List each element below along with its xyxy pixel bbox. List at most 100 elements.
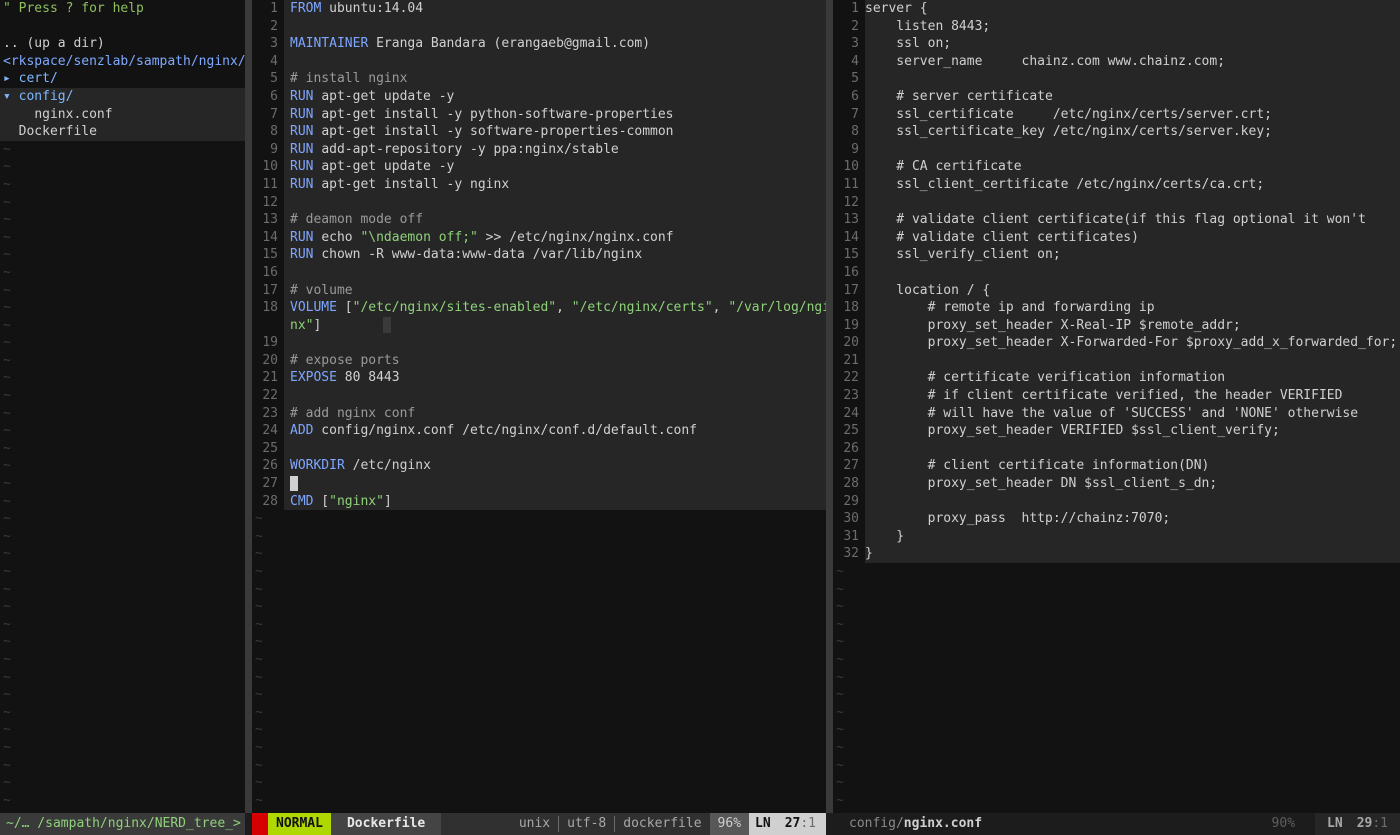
code-line[interactable]: 2 bbox=[252, 17, 826, 36]
code-line[interactable]: 24 # will have the value of 'SUCCESS' an… bbox=[833, 404, 1400, 423]
code-text[interactable]: VOLUME ["/etc/nginx/sites-enabled", "/et… bbox=[284, 299, 826, 317]
code-line[interactable]: 29 bbox=[833, 492, 1400, 511]
code-line[interactable]: 32} bbox=[833, 545, 1400, 563]
code-text[interactable]: RUN add-apt-repository -y ppa:nginx/stab… bbox=[284, 141, 826, 159]
code-text[interactable]: } bbox=[865, 545, 1400, 563]
code-line[interactable]: 5 # install nginx bbox=[252, 70, 826, 88]
code-line[interactable]: 30 proxy_pass http://chainz:7070; bbox=[833, 510, 1400, 528]
code-text[interactable]: # will have the value of 'SUCCESS' and '… bbox=[865, 405, 1400, 423]
code-line[interactable]: 25 bbox=[252, 439, 826, 458]
code-line[interactable]: 19 bbox=[252, 334, 826, 352]
code-text[interactable] bbox=[865, 264, 1400, 282]
code-text[interactable]: proxy_set_header X-Real-IP $remote_addr; bbox=[865, 317, 1400, 335]
code-text[interactable] bbox=[284, 194, 826, 212]
code-line[interactable]: 13 # deamon mode off bbox=[252, 211, 826, 229]
code-text[interactable] bbox=[284, 334, 826, 352]
code-line[interactable]: nx"] bbox=[252, 316, 826, 335]
editor-dockerfile[interactable]: 1 FROM ubuntu:14.04 2 3 MAINTAINER Eranga Ba… bbox=[252, 0, 826, 813]
code-text[interactable] bbox=[865, 194, 1400, 212]
code-text[interactable] bbox=[284, 264, 826, 282]
code-line[interactable]: 16 bbox=[252, 263, 826, 282]
code-line[interactable]: 19 proxy_set_header X-Real-IP $remote_ad… bbox=[833, 316, 1400, 335]
code-line[interactable]: 17 # volume bbox=[252, 281, 826, 300]
code-line[interactable]: 23 # if client certificate verified, the… bbox=[833, 387, 1400, 405]
tree-item-nginx-conf[interactable]: nginx.conf bbox=[0, 105, 245, 124]
code-text[interactable]: MAINTAINER Eranga Bandara (erangaeb@gmai… bbox=[284, 35, 826, 53]
code-line[interactable]: 23 # add nginx conf bbox=[252, 404, 826, 423]
code-text[interactable]: EXPOSE 80 8443 bbox=[284, 369, 826, 387]
code-text[interactable]: RUN chown -R www-data:www-data /var/lib/… bbox=[284, 246, 826, 264]
code-text[interactable]: # expose ports bbox=[284, 352, 826, 370]
vertical-split-separator[interactable] bbox=[245, 0, 252, 813]
code-line[interactable]: 28 proxy_set_header DN $ssl_client_s_dn; bbox=[833, 475, 1400, 493]
code-text[interactable]: ssl_client_certificate /etc/nginx/certs/… bbox=[865, 176, 1400, 194]
code-line[interactable]: 22 # certificate verification informatio… bbox=[833, 369, 1400, 388]
vertical-split-separator-2[interactable] bbox=[826, 0, 833, 813]
code-line[interactable]: 3 ssl on; bbox=[833, 35, 1400, 53]
code-text[interactable]: # deamon mode off bbox=[284, 211, 826, 229]
code-line[interactable]: 18 VOLUME ["/etc/nginx/sites-enabled", "/… bbox=[252, 299, 826, 317]
code-line[interactable]: 20 proxy_set_header X-Forwarded-For $pro… bbox=[833, 334, 1400, 352]
code-line[interactable]: 20 # expose ports bbox=[252, 351, 826, 370]
code-text[interactable] bbox=[284, 440, 826, 458]
code-line[interactable]: 7 ssl_certificate /etc/nginx/certs/serve… bbox=[833, 105, 1400, 124]
code-text[interactable] bbox=[284, 18, 826, 36]
code-line[interactable]: 16 bbox=[833, 263, 1400, 282]
code-line[interactable]: 1 FROM ubuntu:14.04 bbox=[252, 0, 826, 18]
code-line[interactable]: 21 EXPOSE 80 8443 bbox=[252, 369, 826, 388]
code-text[interactable]: # add nginx conf bbox=[284, 405, 826, 423]
code-text[interactable] bbox=[865, 493, 1400, 511]
code-text[interactable]: RUN apt-get install -y python-software-p… bbox=[284, 106, 826, 124]
code-line[interactable]: 1 server { bbox=[833, 0, 1400, 18]
code-line[interactable]: 10 RUN apt-get update -y bbox=[252, 158, 826, 176]
code-text[interactable]: # volume bbox=[284, 282, 826, 300]
nerdtree-up-dir[interactable]: .. (up a dir) bbox=[0, 35, 245, 53]
code-text[interactable]: RUN echo "\ndaemon off;" >> /etc/nginx/n… bbox=[284, 229, 826, 247]
code-text[interactable]: RUN apt-get install -y software-properti… bbox=[284, 123, 826, 141]
code-lines[interactable]: 1 server {2 listen 8443; 3 ssl on; 4 server… bbox=[833, 0, 1400, 563]
code-line[interactable]: 2 listen 8443; bbox=[833, 17, 1400, 36]
code-text[interactable] bbox=[865, 141, 1400, 159]
code-text[interactable] bbox=[865, 352, 1400, 370]
code-line[interactable]: 18 # remote ip and forwarding ip bbox=[833, 299, 1400, 317]
code-line[interactable]: 24 ADD config/nginx.conf /etc/nginx/conf.… bbox=[252, 422, 826, 440]
code-text[interactable]: proxy_pass http://chainz:7070; bbox=[865, 510, 1400, 528]
tree-item-config-[interactable]: ▾ config/ bbox=[0, 87, 245, 106]
code-line[interactable]: 12 bbox=[252, 193, 826, 212]
code-text[interactable] bbox=[865, 440, 1400, 458]
code-line[interactable]: 27 # client certificate information(DN) bbox=[833, 457, 1400, 476]
tree-item-dockerfile[interactable]: Dockerfile bbox=[0, 123, 245, 141]
code-text[interactable]: ssl_certificate /etc/nginx/certs/server.… bbox=[865, 106, 1400, 124]
code-text[interactable]: # validate client certificates) bbox=[865, 229, 1400, 247]
code-line[interactable]: 11 ssl_client_certificate /etc/nginx/cer… bbox=[833, 175, 1400, 194]
code-text[interactable]: proxy_set_header VERIFIED $ssl_client_ve… bbox=[865, 422, 1400, 440]
code-line[interactable]: 7 RUN apt-get install -y python-software-… bbox=[252, 105, 826, 124]
code-text[interactable]: # client certificate information(DN) bbox=[865, 457, 1400, 475]
code-text[interactable]: location / { bbox=[865, 282, 1400, 300]
code-text[interactable]: proxy_set_header X-Forwarded-For $proxy_… bbox=[865, 334, 1400, 352]
code-text[interactable]: # install nginx bbox=[284, 70, 826, 88]
code-line[interactable]: 26 bbox=[833, 439, 1400, 458]
code-line[interactable]: 4 server_name chainz.com www.chainz.com; bbox=[833, 52, 1400, 71]
code-text[interactable]: server { bbox=[865, 0, 1400, 18]
code-text[interactable]: # validate client certificate(if this fl… bbox=[865, 211, 1400, 229]
code-lines[interactable]: 1 FROM ubuntu:14.04 2 3 MAINTAINER Eranga Ba… bbox=[252, 0, 826, 511]
code-text[interactable] bbox=[284, 475, 826, 493]
code-text[interactable]: # certificate verification information bbox=[865, 369, 1400, 387]
code-line[interactable]: 28 CMD ["nginx"] bbox=[252, 492, 826, 511]
code-line[interactable]: 10 # CA certificate bbox=[833, 158, 1400, 176]
code-text[interactable]: } bbox=[865, 528, 1400, 546]
code-text[interactable]: nx"] bbox=[284, 317, 826, 335]
code-text[interactable] bbox=[284, 53, 826, 71]
code-line[interactable]: 13 # validate client certificate(if this… bbox=[833, 211, 1400, 229]
code-text[interactable]: CMD ["nginx"] bbox=[284, 493, 826, 511]
code-text[interactable]: RUN apt-get update -y bbox=[284, 88, 826, 106]
code-text[interactable]: # server certificate bbox=[865, 88, 1400, 106]
code-text[interactable]: listen 8443; bbox=[865, 18, 1400, 36]
code-text[interactable] bbox=[284, 387, 826, 405]
code-line[interactable]: 3 MAINTAINER Eranga Bandara (erangaeb@gma… bbox=[252, 35, 826, 53]
code-line[interactable]: 26 WORKDIR /etc/nginx bbox=[252, 457, 826, 476]
code-text[interactable] bbox=[865, 70, 1400, 88]
nerdtree-cwd[interactable]: <rkspace/senzlab/sampath/nginx/ bbox=[0, 53, 245, 71]
code-line[interactable]: 25 proxy_set_header VERIFIED $ssl_client… bbox=[833, 422, 1400, 440]
